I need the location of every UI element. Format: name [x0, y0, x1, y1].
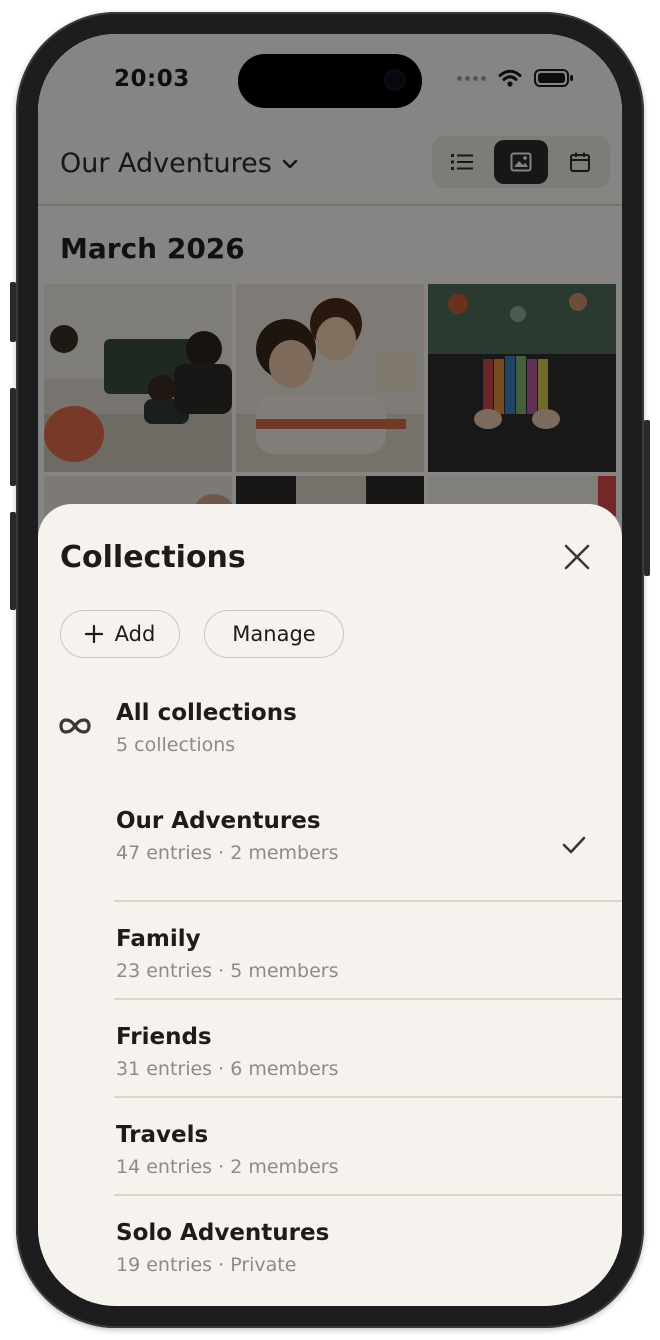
- collections-sheet: Collections Add Manage All collections 5…: [38, 504, 622, 1306]
- checkmark-icon: [562, 836, 586, 854]
- all-collections-item[interactable]: All collections 5 collections: [38, 700, 622, 770]
- collection-item-friends[interactable]: Friends 31 entries · 6 members: [38, 1000, 622, 1098]
- collection-meta: 47 entries · 2 members: [116, 842, 339, 864]
- add-collection-button[interactable]: Add: [60, 610, 180, 658]
- infinity-icon: [59, 718, 91, 734]
- add-label: Add: [114, 622, 156, 646]
- action-button: [10, 282, 16, 342]
- collection-name: Our Adventures: [116, 808, 321, 834]
- volume-down-button: [10, 512, 16, 610]
- collection-name: Family: [116, 926, 201, 952]
- collection-name: Friends: [116, 1024, 212, 1050]
- manage-label: Manage: [232, 622, 316, 646]
- all-collections-title: All collections: [116, 700, 297, 726]
- power-button: [644, 420, 650, 576]
- volume-up-button: [10, 388, 16, 486]
- collection-item-travels[interactable]: Travels 14 entries · 2 members: [38, 1098, 622, 1196]
- collection-meta: 31 entries · 6 members: [116, 1058, 339, 1080]
- collection-name: Travels: [116, 1122, 209, 1148]
- collection-meta: 19 entries · Private: [116, 1254, 297, 1276]
- collection-name: Solo Adventures: [116, 1220, 330, 1246]
- manage-collections-button[interactable]: Manage: [204, 610, 344, 658]
- all-collections-subtitle: 5 collections: [116, 734, 236, 756]
- sheet-title: Collections: [60, 540, 246, 575]
- close-button[interactable]: [562, 542, 592, 572]
- collection-item-solo-adventures[interactable]: Solo Adventures 19 entries · Private: [38, 1196, 622, 1294]
- collection-item-family[interactable]: Family 23 entries · 5 members: [38, 902, 622, 1000]
- collection-item-our-adventures[interactable]: Our Adventures 47 entries · 2 members: [38, 804, 622, 902]
- phone-screen: 20:03 Our Adventures March 2026 Collecti…: [38, 34, 622, 1306]
- collection-meta: 23 entries · 5 members: [116, 960, 339, 982]
- collection-meta: 14 entries · 2 members: [116, 1156, 339, 1178]
- close-icon: [564, 544, 590, 570]
- plus-icon: [84, 625, 103, 643]
